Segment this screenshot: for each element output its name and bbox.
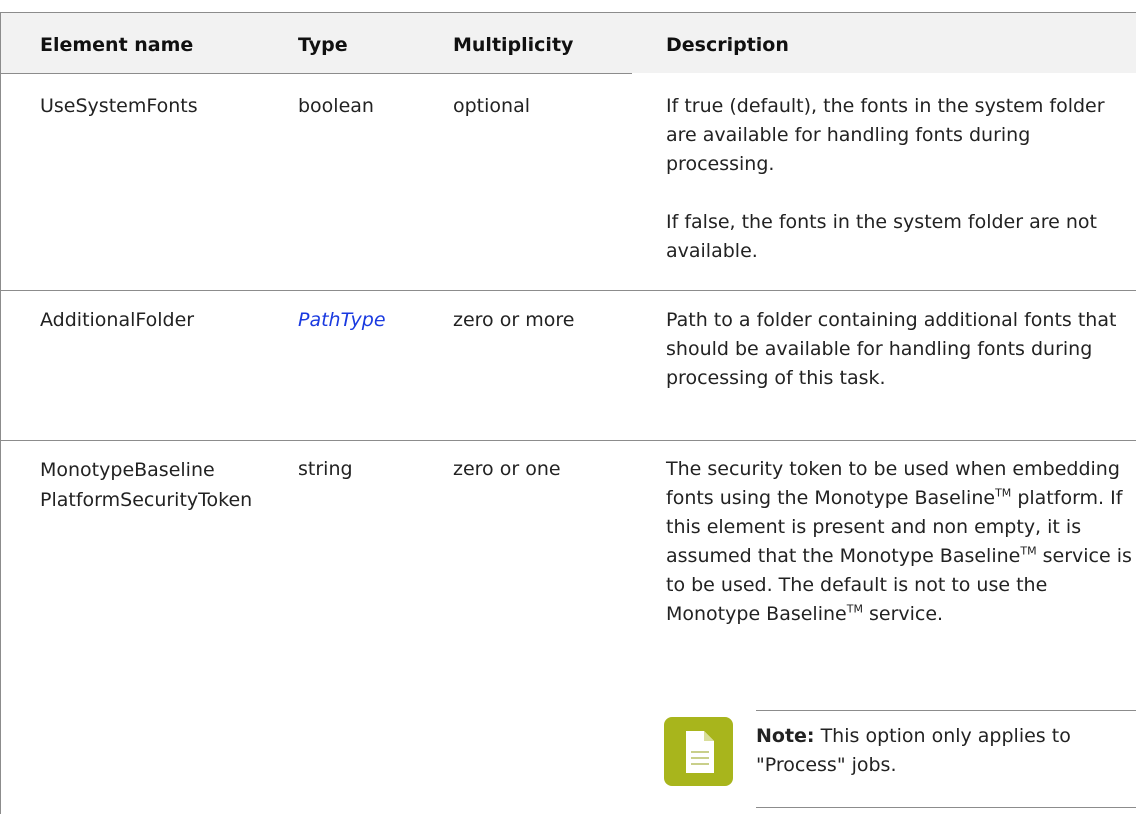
- multiplicity-cell: zero or more: [453, 309, 575, 331]
- type-cell: boolean: [298, 95, 374, 117]
- header-description: Description: [666, 34, 789, 56]
- description-paragraph: If false, the fonts in the system folder…: [666, 211, 1097, 262]
- element-name-cell: MonotypeBaseline PlatformSecurityToken: [40, 455, 252, 515]
- note-document-icon: [664, 717, 733, 786]
- multiplicity-cell: optional: [453, 95, 531, 117]
- description-paragraph: If true (default), the fonts in the syst…: [666, 95, 1105, 175]
- header-bottom-border: [0, 73, 632, 74]
- trademark-mark: TM: [1020, 544, 1037, 558]
- element-name-line: PlatformSecurityToken: [40, 489, 253, 511]
- pathtype-link[interactable]: PathType: [298, 306, 386, 335]
- description-text: service.: [862, 603, 944, 625]
- table-left-border: [0, 12, 1, 814]
- type-cell: string: [298, 458, 353, 480]
- multiplicity-cell: zero or one: [453, 458, 561, 480]
- header-multiplicity: Multiplicity: [453, 34, 574, 56]
- header-element-name: Element name: [40, 34, 194, 56]
- trademark-mark: TM: [846, 602, 863, 616]
- row-divider: [0, 290, 1136, 291]
- element-name-cell: AdditionalFolder: [40, 309, 195, 331]
- note-text: Note: This option only applies to "Proce…: [756, 722, 1126, 780]
- document-page: Element name Type Multiplicity Descripti…: [0, 0, 1136, 814]
- header-type: Type: [298, 34, 348, 56]
- description-paragraph: Path to a folder containing additional f…: [666, 309, 1117, 389]
- element-name-cell: UseSystemFonts: [40, 95, 198, 117]
- element-name-line: MonotypeBaseline: [40, 459, 215, 481]
- table-top-border: [0, 12, 1136, 13]
- description-paragraph: The security token to be used when embed…: [666, 455, 1136, 629]
- trademark-mark: TM: [995, 486, 1012, 500]
- row-divider: [0, 440, 1136, 441]
- note-label: Note:: [756, 725, 815, 747]
